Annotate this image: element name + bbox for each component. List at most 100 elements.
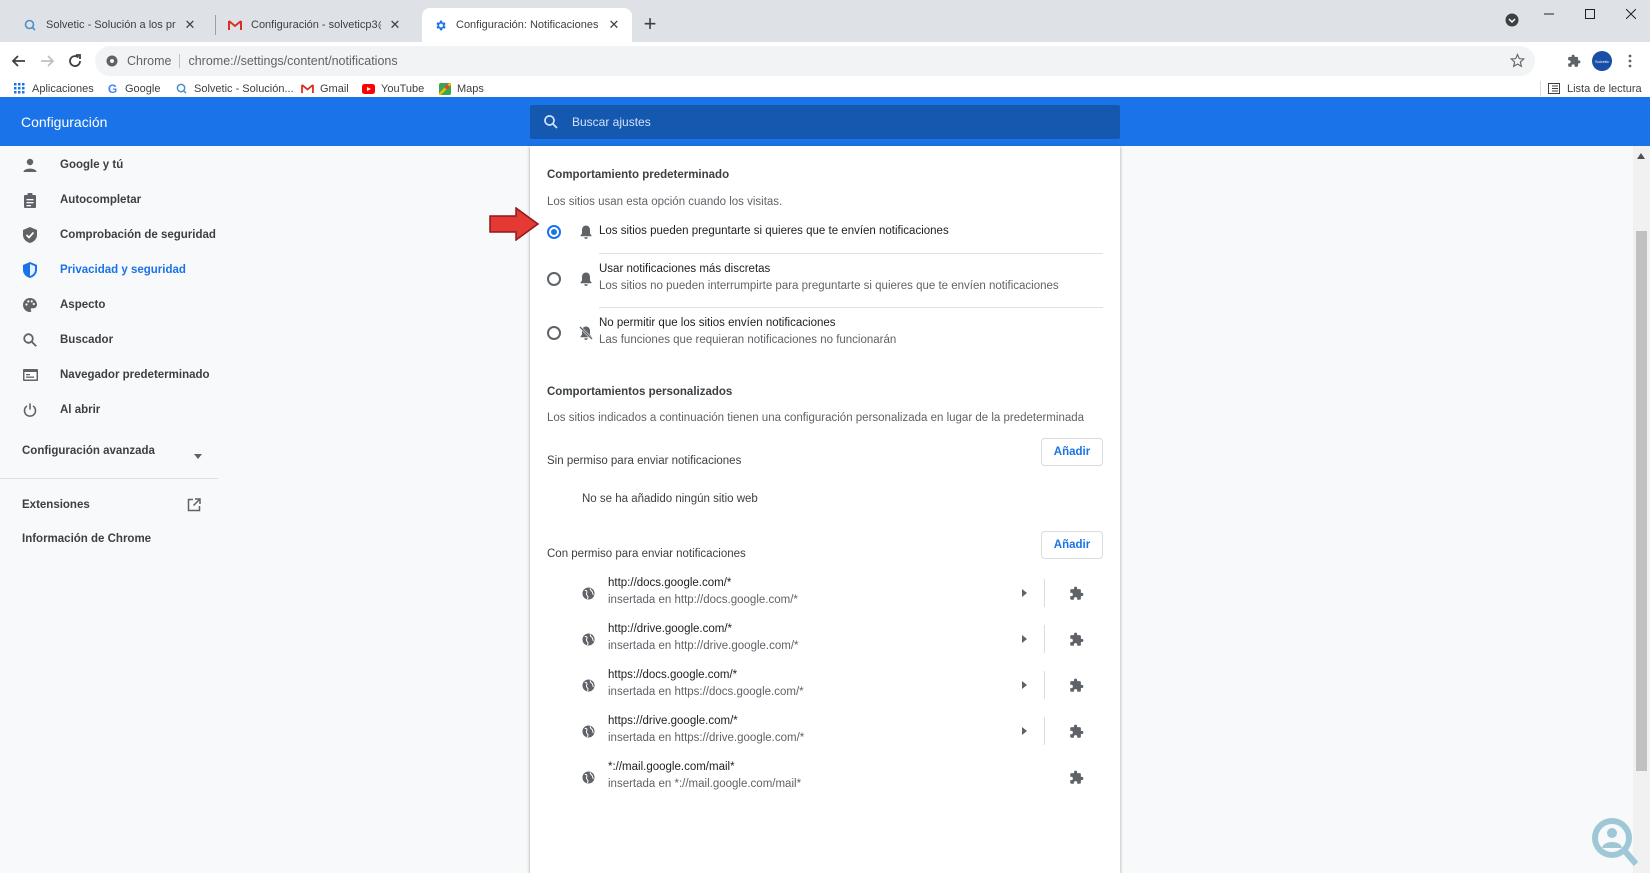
add-blocked-site-button[interactable]: Añadir — [1041, 438, 1103, 466]
close-icon[interactable]: ✕ — [606, 17, 622, 33]
sidebar-item-appearance[interactable]: Aspecto — [0, 288, 220, 322]
bell-off-icon — [578, 325, 594, 341]
tab-search-button[interactable] — [1497, 10, 1527, 30]
page-title: Configuración — [21, 114, 108, 130]
settings-sidebar: Google y tú Autocompletar Comprobación d… — [0, 146, 220, 873]
extension-puzzle-icon[interactable] — [1067, 722, 1085, 740]
site-row[interactable]: https://docs.google.com/* insertada en h… — [547, 662, 1103, 708]
bookmark-label: Solvetic - Solución... — [194, 82, 294, 95]
sidebar-item-google[interactable]: Google y tú — [0, 148, 220, 182]
tab-title: Solvetic - Solución a los problemas — [46, 19, 176, 31]
youtube-icon — [362, 82, 375, 95]
search-placeholder: Buscar ajustes — [572, 115, 651, 129]
gear-icon — [432, 17, 448, 33]
close-icon[interactable]: ✕ — [182, 17, 198, 33]
sidebar-item-label: Navegador predeterminado — [60, 369, 210, 381]
blocked-empty-message: No se ha añadido ningún sitio web — [582, 493, 758, 505]
site-url: *://mail.google.com/mail* — [608, 761, 735, 773]
site-embedded: insertada en http://drive.google.com/* — [608, 640, 799, 652]
address-bar[interactable]: Chrome chrome://settings/content/notific… — [95, 46, 1535, 76]
site-info-icon[interactable] — [105, 54, 119, 68]
reload-button[interactable] — [63, 49, 87, 73]
menu-kebab-icon[interactable] — [1620, 51, 1640, 71]
bookmark-apps[interactable]: Aplicaciones — [13, 80, 94, 97]
sidebar-link-extensions[interactable]: Extensiones — [22, 499, 90, 511]
arrow-right-icon[interactable] — [1018, 587, 1030, 599]
settings-search-input[interactable]: Buscar ajustes — [530, 105, 1120, 139]
sidebar-link-about[interactable]: Información de Chrome — [22, 533, 151, 545]
sidebar-item-safety-check[interactable]: Comprobación de seguridad — [0, 218, 220, 252]
globe-icon — [580, 677, 596, 693]
solvetic-watermark-icon — [1590, 816, 1640, 871]
site-row[interactable]: https://drive.google.com/* insertada en … — [547, 708, 1103, 754]
bookmark-youtube[interactable]: YouTube — [362, 80, 424, 97]
shield-icon — [22, 262, 38, 278]
sidebar-item-default-browser[interactable]: Navegador predeterminado — [0, 358, 220, 392]
tab-solvetic[interactable]: Solvetic - Solución a los problemas ✕ — [12, 8, 208, 42]
bookmark-maps[interactable]: Maps — [438, 80, 484, 97]
extension-puzzle-icon[interactable] — [1067, 768, 1085, 786]
bookmark-star-icon[interactable] — [1509, 53, 1526, 71]
site-url: https://docs.google.com/* — [608, 669, 738, 681]
option-divider — [599, 253, 1103, 254]
bookmarks-bar: Aplicaciones G Google Solvetic - Solució… — [0, 80, 1650, 97]
site-row[interactable]: http://docs.google.com/* insertada en ht… — [547, 570, 1103, 616]
extensions-icon[interactable] — [1564, 51, 1584, 71]
bookmark-google[interactable]: G Google — [106, 80, 161, 97]
tab-title: Configuración - solveticp3@gmail.com — [251, 19, 381, 31]
minimize-button[interactable] — [1534, 4, 1564, 24]
custom-behaviors-title: Comportamientos personalizados — [547, 386, 733, 398]
bookmark-label: YouTube — [381, 82, 425, 95]
scroll-up-icon[interactable] — [1637, 148, 1645, 159]
arrow-right-icon — [41, 55, 55, 67]
caret-down-icon — [194, 448, 202, 462]
chevron-down-icon — [1505, 13, 1519, 27]
close-window-button[interactable] — [1616, 4, 1646, 24]
arrow-right-icon[interactable] — [1018, 633, 1030, 645]
minimize-icon — [1544, 13, 1554, 15]
bookmark-gmail[interactable]: Gmail — [301, 80, 349, 97]
tab-title: Configuración: Notificaciones — [456, 19, 599, 31]
new-tab-button[interactable]: + — [638, 11, 662, 36]
sidebar-item-privacy[interactable]: Privacidad y seguridad — [0, 253, 220, 287]
sidebar-item-autofill[interactable]: Autocompletar — [0, 183, 220, 217]
sidebar-item-search-engine[interactable]: Buscador — [0, 323, 220, 357]
gmail-icon — [227, 17, 243, 33]
site-row[interactable]: http://drive.google.com/* insertada en h… — [547, 616, 1103, 662]
radio-button-quieter[interactable] — [547, 272, 561, 286]
open-in-new-icon[interactable] — [187, 498, 201, 515]
option-quieter[interactable]: Usar notificaciones más discretas Los si… — [547, 256, 1103, 306]
profile-avatar[interactable]: Solvetic — [1592, 51, 1612, 71]
site-row[interactable]: *://mail.google.com/mail* insertada en *… — [547, 754, 1103, 800]
tab-gmail-settings[interactable]: Configuración - solveticp3@gmail.com ✕ — [217, 8, 413, 42]
extension-puzzle-icon[interactable] — [1067, 584, 1085, 602]
site-url: http://docs.google.com/* — [608, 577, 732, 589]
scrollbar-thumb[interactable] — [1636, 231, 1647, 771]
default-behavior-title: Comportamiento predeterminado — [547, 169, 730, 181]
option-ask[interactable]: Los sitios pueden preguntarte si quieres… — [547, 216, 1103, 254]
option-block[interactable]: No permitir que los sitios envíen notifi… — [547, 310, 1103, 360]
radio-button-ask[interactable] — [547, 225, 561, 239]
reading-list-button[interactable]: Lista de lectura — [1540, 80, 1642, 97]
extension-puzzle-icon[interactable] — [1067, 676, 1085, 694]
reload-icon — [69, 54, 81, 67]
bookmark-solvetic[interactable]: Solvetic - Solución... — [175, 80, 294, 97]
row-divider — [1044, 579, 1045, 607]
row-divider — [1044, 671, 1045, 699]
sidebar-item-on-startup[interactable]: Al abrir — [0, 393, 220, 427]
option-description: Las funciones que requieran notificacion… — [599, 334, 897, 346]
tab-notifications[interactable]: Configuración: Notificaciones ✕ — [422, 8, 632, 42]
close-icon[interactable]: ✕ — [387, 17, 403, 33]
add-allowed-site-button[interactable]: Añadir — [1041, 531, 1103, 559]
page-scrollbar[interactable] — [1633, 146, 1650, 873]
arrow-right-icon[interactable] — [1018, 725, 1030, 737]
extension-puzzle-icon[interactable] — [1067, 630, 1085, 648]
advanced-settings-toggle[interactable]: Configuración avanzada — [22, 443, 202, 463]
power-icon — [22, 402, 38, 418]
maximize-button[interactable] — [1575, 4, 1605, 24]
back-button[interactable] — [7, 49, 31, 73]
omnibox-url[interactable]: chrome://settings/content/notifications — [188, 54, 397, 68]
radio-button-block[interactable] — [547, 326, 561, 340]
forward-button[interactable] — [35, 49, 59, 73]
arrow-right-icon[interactable] — [1018, 679, 1030, 691]
